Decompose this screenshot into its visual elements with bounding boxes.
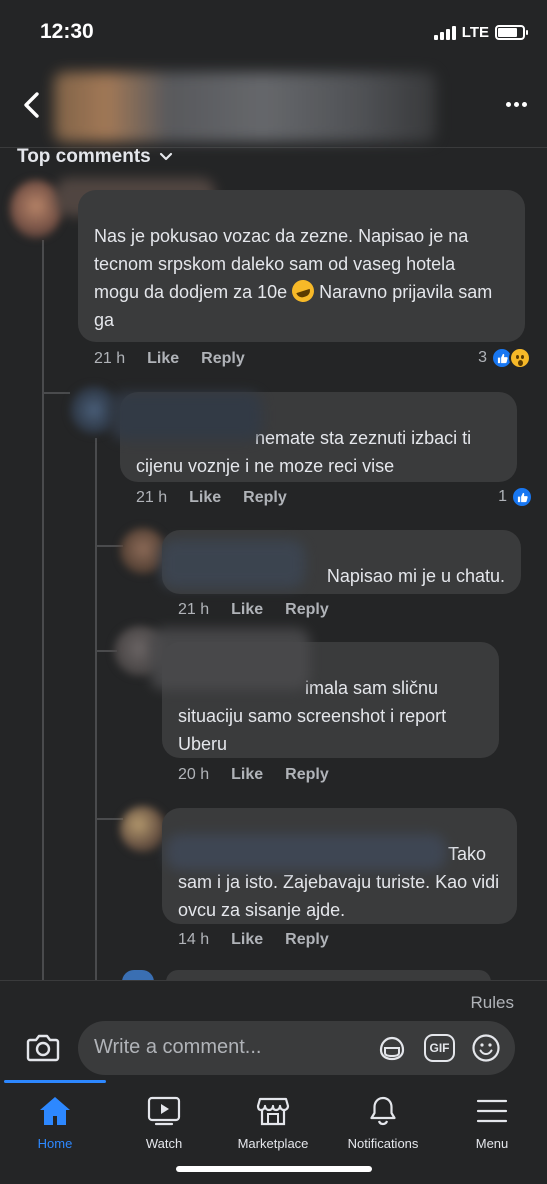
tab-notifications[interactable]: Notifications [328,1094,438,1151]
rolling-laughing-emoji-icon [289,277,318,305]
thread-connector [95,818,123,820]
blurred-author-name[interactable] [160,540,305,588]
home-icon [0,1094,110,1128]
like-button[interactable]: Like [147,350,179,368]
tab-menu[interactable]: Menu [437,1094,547,1151]
comment-composer: Rules Write a comment... GIF [0,980,547,1080]
menu-icon [437,1094,547,1128]
tab-label: Marketplace [237,1136,309,1151]
comment-actions: 21 h Like Reply [136,489,287,507]
post-header [0,64,547,148]
tab-marketplace[interactable]: Marketplace [218,1094,328,1151]
avatar-sticker-icon[interactable] [376,1032,408,1064]
reaction-count: 1 [498,488,507,505]
comment-time: 20 h [178,766,210,783]
tab-label: Watch [145,1136,183,1151]
thread-connector [42,392,70,394]
sort-label: Top comments [17,146,151,167]
home-indicator [176,1166,372,1172]
comment-time: 21 h [178,601,210,618]
like-button[interactable]: Like [189,489,221,507]
watch-icon [109,1094,219,1128]
bell-icon [328,1094,438,1128]
tab-home[interactable]: Home [0,1094,110,1151]
tab-watch[interactable]: Watch [109,1094,219,1151]
comment-time: 14 h [178,931,210,948]
comment-actions: 20 h Like Reply [178,766,329,784]
reaction-summary[interactable]: 3 [478,347,531,369]
reply-button[interactable]: Reply [285,601,329,619]
thread-connector [95,545,123,547]
status-time: 12:30 [40,20,94,43]
comment-time: 21 h [136,489,168,506]
comment-input-placeholder: Write a comment... [94,1036,262,1058]
chevron-down-icon [159,152,172,161]
comment-time: 21 h [94,350,126,367]
signal-icon [433,25,456,40]
network-label: LTE [461,24,489,41]
reply-button[interactable]: Reply [201,350,245,368]
comment-actions: 21 h Like Reply [94,350,245,368]
comment-actions: 14 h Like Reply [178,931,329,949]
reaction-summary[interactable]: 1 [498,486,533,508]
camera-icon[interactable] [26,1033,60,1063]
tab-label: Home [37,1136,73,1151]
thread-line [42,240,44,980]
thread-line-nested [95,438,97,980]
like-reaction-icon [511,486,533,508]
more-options-icon[interactable] [506,102,527,107]
status-bar: 12:30 LTE [0,0,547,64]
like-button[interactable]: Like [231,766,263,784]
like-button[interactable]: Like [231,931,263,949]
battery-icon [495,25,528,40]
avatar[interactable] [120,806,166,852]
tab-label: Menu [475,1136,509,1151]
status-indicators: LTE [433,24,528,41]
blurred-author-name[interactable] [166,834,446,870]
comment-input[interactable]: Write a comment... GIF [78,1021,515,1075]
marketplace-icon [218,1094,328,1128]
blurred-post-author [54,72,436,142]
tab-label: Notifications [347,1136,419,1151]
gif-label: GIF [429,1041,450,1055]
sort-comments-dropdown[interactable]: Top comments [17,146,173,168]
comment-bubble: Nas je pokusao vozac da zezne. Napisao j… [78,190,525,342]
back-arrow-icon[interactable] [20,90,44,120]
rules-link[interactable]: Rules [471,993,514,1013]
blurred-author-name[interactable] [110,392,262,440]
reply-button[interactable]: Reply [285,931,329,949]
gif-icon[interactable]: GIF [424,1034,455,1062]
like-button[interactable]: Like [231,601,263,619]
comment-actions: 21 h Like Reply [178,601,329,619]
active-tab-indicator [4,1080,106,1083]
reply-button[interactable]: Reply [243,489,287,507]
reply-button[interactable]: Reply [285,766,329,784]
reaction-count: 3 [478,349,487,366]
comment-text: Nas je pokusao vozac da zezne. Napisao j… [94,226,493,330]
blurred-author-name[interactable] [150,628,310,690]
wow-reaction-icon [509,347,531,369]
emoji-icon[interactable] [471,1033,501,1063]
avatar[interactable] [10,180,62,238]
